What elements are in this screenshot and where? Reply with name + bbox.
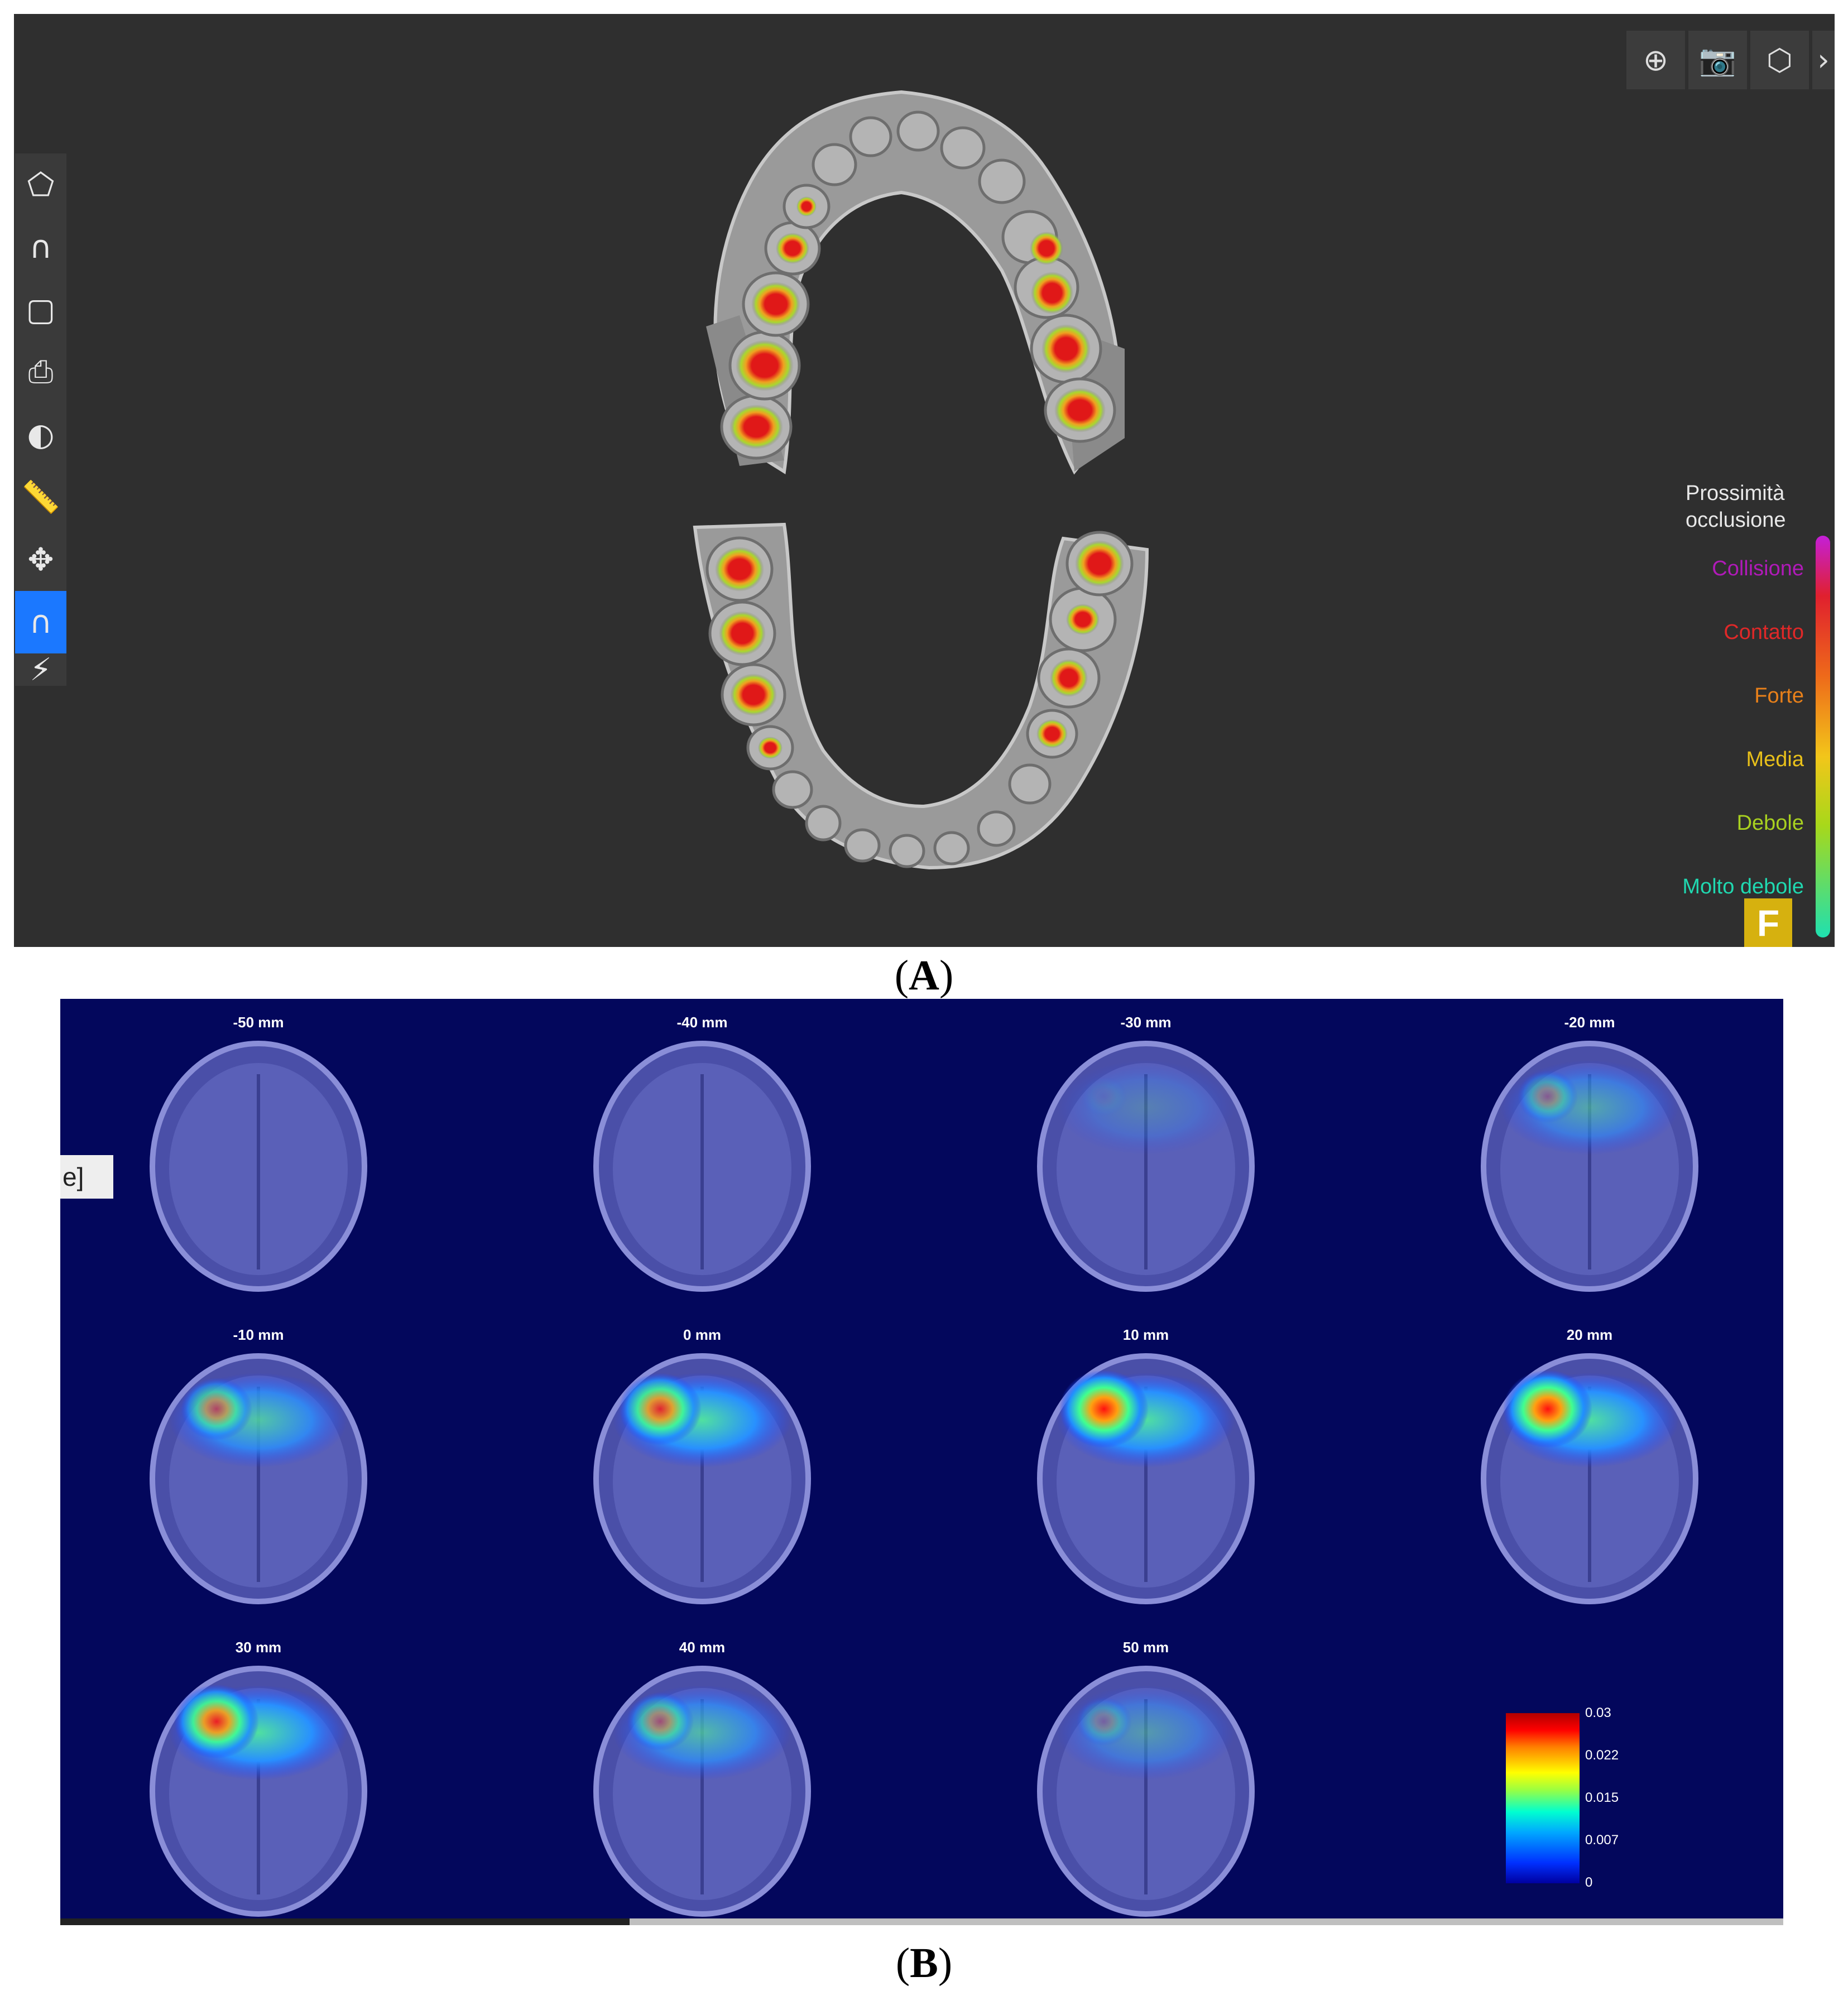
view-cube-icon[interactable]: ⬡ <box>1750 31 1809 89</box>
legend-title-line1: Prossimità <box>1686 482 1785 505</box>
brain-slice: 50 mm <box>1015 1639 1277 1925</box>
caption-b: (B) <box>895 1940 953 1987</box>
legend-color-bar <box>1816 536 1830 937</box>
slice-label: -50 mm <box>233 1014 284 1031</box>
brain-slice-image <box>1037 1041 1255 1292</box>
brain-slice-image <box>150 1353 367 1604</box>
lower-arch <box>693 522 1149 870</box>
slice-label: -30 mm <box>1120 1014 1172 1031</box>
occlusion-viewer: ⊕ 📷 ⬡ › ⬠ ∩ ▢ ⎙ ◐ 📏 ✥ ∩ ⚡ Prossimità occ… <box>14 14 1835 947</box>
caption-a-letter: A <box>909 952 939 999</box>
snapshot-icon[interactable]: ⎙ <box>15 341 66 403</box>
brain-slice: 20 mm <box>1458 1326 1721 1621</box>
slice-label: 20 mm <box>1566 1326 1613 1343</box>
legend-title-line2: occlusione <box>1686 508 1786 532</box>
slice-label: 0 mm <box>683 1326 721 1343</box>
legend-title: Prossimità occlusione <box>1686 480 1831 533</box>
brain-slice: 0 mm <box>571 1326 833 1621</box>
legend-item-debole: Debole <box>1736 811 1804 835</box>
brain-slice-image <box>150 1666 367 1917</box>
colorbar-tick: 0.03 <box>1585 1705 1611 1720</box>
colorbar-gradient <box>1506 1713 1580 1883</box>
legend-item-collisione: Collisione <box>1712 557 1804 580</box>
slice-label: 40 mm <box>679 1639 726 1656</box>
caption-b-letter: B <box>910 1940 938 1987</box>
legend-item-forte: Forte <box>1754 684 1804 708</box>
camera-icon[interactable]: 📷 <box>1688 31 1747 89</box>
brain-slice-image <box>150 1041 367 1292</box>
brain-slice-image <box>1037 1353 1255 1604</box>
brain-slice-image <box>593 1041 811 1292</box>
brain-slice: 30 mm <box>127 1639 390 1925</box>
slice-label: 50 mm <box>1122 1639 1169 1656</box>
collapse-chevron-icon[interactable]: › <box>1812 31 1835 89</box>
top-toolbar: ⊕ 📷 ⬡ › <box>1626 31 1835 89</box>
more-tools-icon[interactable]: ⚡ <box>15 653 66 686</box>
tooth-icon[interactable]: ▢ <box>15 278 66 341</box>
slice-label: -10 mm <box>233 1326 284 1343</box>
slice-label: 10 mm <box>1122 1326 1169 1343</box>
upper-arch <box>706 90 1125 475</box>
arch-icon[interactable]: ∩ <box>15 216 66 278</box>
slice-label: 30 mm <box>235 1639 282 1656</box>
brain-slice-image <box>593 1666 811 1917</box>
brain-slice: -10 mm <box>127 1326 390 1621</box>
brain-slice: 10 mm <box>1015 1326 1277 1621</box>
caption-a: (A) <box>894 952 954 999</box>
occlusion-map-icon[interactable]: ∩ <box>15 591 66 653</box>
brain-slice: -40 mm <box>571 1014 833 1309</box>
colorbar-tick: 0.022 <box>1585 1748 1619 1763</box>
orbit-icon[interactable]: ✥ <box>15 528 66 591</box>
colorbar-tick: 0.015 <box>1585 1790 1619 1805</box>
brain-slice-image <box>1037 1666 1255 1917</box>
brain-slice: -50 mm <box>127 1014 390 1309</box>
legend-item-media: Media <box>1746 748 1804 771</box>
slice-label: -40 mm <box>676 1014 728 1031</box>
texture-toggle-icon[interactable]: ◐ <box>15 403 66 466</box>
left-toolbar: ⬠ ∩ ▢ ⎙ ◐ 📏 ✥ ∩ ⚡ <box>15 153 66 686</box>
bottom-scroll-thumb[interactable] <box>60 1918 630 1925</box>
partial-window-tab[interactable]: e] <box>60 1155 113 1199</box>
brain-slice-image <box>1481 1353 1698 1604</box>
brain-slice-image <box>1481 1041 1698 1292</box>
brain-slice: -30 mm <box>1015 1014 1277 1309</box>
lasso-select-icon[interactable]: ⬠ <box>15 153 66 216</box>
slice-label: -20 mm <box>1564 1014 1615 1031</box>
colorbar: 0.03 0.022 0.015 0.007 0 <box>1506 1705 1619 1897</box>
brain-activation-slices: e] -50 mm -40 mm -30 mm -20 mm -10 mm 0 mm 10 … <box>60 999 1783 1925</box>
legend-item-contatto: Contatto <box>1724 621 1804 644</box>
measure-ruler-icon[interactable]: 📏 <box>15 466 66 528</box>
zoom-icon[interactable]: ⊕ <box>1626 31 1685 89</box>
dental-arches-3d-view[interactable] <box>14 14 1835 947</box>
colorbar-tick: 0 <box>1585 1875 1593 1890</box>
legend-item-molto-debole: Molto debole <box>1682 875 1804 898</box>
brain-slice: 40 mm <box>571 1639 833 1925</box>
brain-slice-image <box>593 1353 811 1604</box>
colorbar-tick: 0.007 <box>1585 1833 1619 1848</box>
brain-slice: -20 mm <box>1458 1014 1721 1309</box>
f-badge[interactable]: F <box>1744 898 1792 947</box>
